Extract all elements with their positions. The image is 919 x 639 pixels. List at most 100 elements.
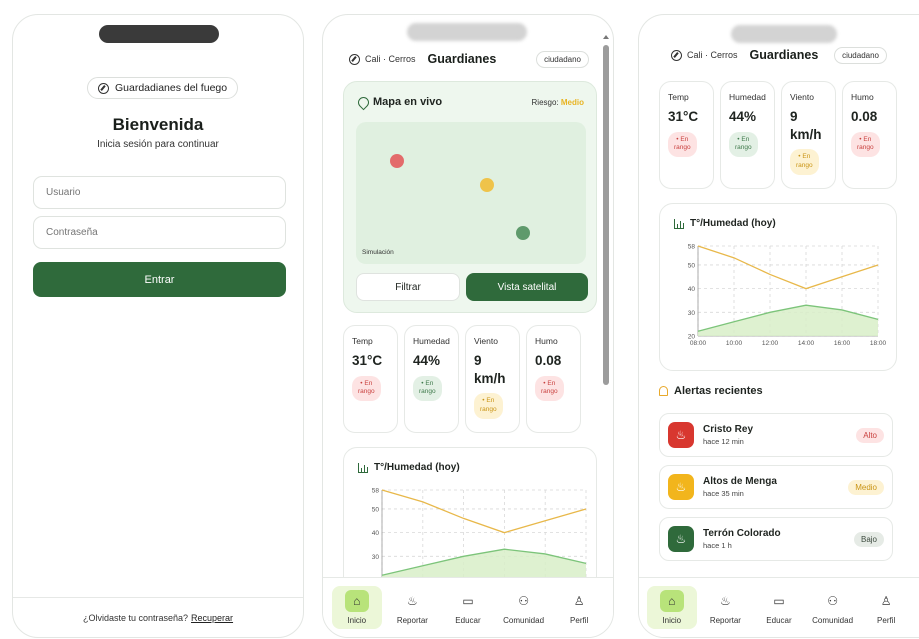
risk-label: Riesgo: (531, 97, 559, 107)
scroll-up-arrow[interactable] (603, 35, 609, 39)
nav-label: Perfil (570, 616, 589, 625)
compass-icon (98, 82, 109, 94)
user-icon: ♙ (880, 594, 892, 608)
alerts-header: Alertas recientes (659, 385, 763, 397)
stat-label: Humedad (413, 336, 450, 346)
line-chart: 203040505808:00 10:00 12:00 14:00 16:00 18:00 (688, 244, 887, 348)
flame-icon: ♨ (407, 594, 418, 608)
stat-label: Viento (474, 336, 498, 346)
nav-item-comunidad[interactable]: ⚇ Comunidad (808, 586, 858, 629)
role-badge: ciudadano (536, 50, 589, 68)
nav-item-comunidad[interactable]: ⚇ Comunidad (499, 586, 549, 629)
stat-card-temp: Temp 31°C • En rango (343, 325, 398, 433)
location-indicator[interactable]: Cali · Cerros (349, 53, 416, 65)
status-chip: • En rango (413, 375, 442, 402)
password-input[interactable] (33, 216, 286, 249)
recover-link[interactable]: Recuperar (191, 613, 233, 623)
hotspot-medium[interactable] (480, 178, 494, 192)
stat-card-smoke: Humo 0.08 • En rango (526, 325, 581, 433)
nav-item-perfil[interactable]: ♙ Perfil (554, 586, 604, 629)
nav-label: Reportar (396, 616, 428, 625)
flame-icon: ♨ (668, 526, 694, 552)
stat-value: 44% (413, 353, 441, 368)
role-badge: ciudadano (834, 46, 887, 64)
app-header: Cali · Cerros Guardianes ciudadano (349, 49, 589, 69)
scrollbar[interactable] (603, 35, 609, 591)
hotspot-high[interactable] (390, 154, 404, 168)
notch-redacted (99, 25, 219, 43)
status-bar-redacted (407, 23, 527, 41)
alert-level-badge: Medio (848, 479, 884, 495)
status-chip: • En rango (668, 131, 697, 158)
stat-card-wind: Viento 9 km/h • En rango (781, 81, 836, 189)
x-tick-label: 14:00 (798, 340, 815, 347)
stat-value: 0.08 (851, 109, 878, 124)
x-tick-label: 10:00 (726, 340, 743, 347)
app-header: Cali · Cerros Guardianes ciudadano (671, 45, 887, 65)
y-tick-label: 50 (372, 506, 380, 513)
nav-item-reportar[interactable]: ♨ Reportar (387, 586, 437, 629)
y-tick-label: 50 (688, 262, 696, 269)
login-footer: ¿Olvidaste tu contraseña? Recuperar (13, 597, 303, 637)
login-screen: Guardadianes del fuego Bienvenida Inicia… (12, 14, 304, 638)
simulation-label: Simulación (362, 249, 394, 256)
nav-item-reportar[interactable]: ♨ Reportar (700, 586, 750, 629)
page-title: Bienvenida (112, 115, 204, 134)
nav-label: Comunidad (503, 616, 545, 625)
stat-value: 0.08 (535, 353, 562, 368)
page-subtitle: Inicia sesión para continuar (97, 139, 219, 150)
y-tick-label: 40 (372, 530, 380, 537)
home-screen-scrolled: Cali · Cerros Guardianes ciudadano Temp … (638, 14, 919, 638)
alert-name: Altos de Menga (703, 476, 777, 487)
location-label: Cali · Cerros (687, 50, 738, 60)
series-area-1 (698, 305, 878, 336)
username-input[interactable] (33, 176, 286, 209)
stat-card-temp: Temp 31°C • En rango (659, 81, 714, 189)
map-view[interactable]: Simulación (356, 122, 586, 264)
map-title: Mapa en vivo (373, 96, 443, 108)
stat-value: 9 km/h (474, 353, 506, 386)
stat-value: 44% (729, 109, 757, 124)
alert-name: Cristo Rey (703, 424, 754, 435)
nav-item-perfil[interactable]: ♙ Perfil (861, 586, 911, 629)
people-icon: ⚇ (827, 594, 838, 608)
brand-label: Guardadianes del fuego (115, 82, 228, 94)
stat-card-humidity: Humedad 44% • En rango (404, 325, 459, 433)
status-chip: • En rango (535, 375, 564, 402)
filter-button[interactable]: Filtrar (356, 273, 460, 301)
people-icon: ⚇ (518, 594, 529, 608)
status-chip: • En rango (729, 131, 758, 158)
alert-item[interactable]: ♨ Altos de Menga hace 35 min Medio (659, 465, 893, 509)
login-button[interactable]: Entrar (33, 262, 286, 297)
status-chip: • En rango (352, 375, 381, 402)
x-tick-label: 16:00 (834, 340, 851, 347)
status-bar-redacted (731, 25, 837, 43)
nav-item-inicio[interactable]: ⌂ Inicio (646, 586, 697, 629)
nav-item-inicio[interactable]: ⌂ Inicio (331, 586, 382, 629)
location-indicator[interactable]: Cali · Cerros (671, 49, 738, 61)
status-chip: • En rango (474, 393, 503, 419)
user-icon: ♙ (573, 594, 585, 608)
stat-value: 9 km/h (790, 109, 822, 142)
hotspot-low[interactable] (516, 226, 530, 240)
alerts-title: Alertas recientes (674, 385, 763, 397)
status-chip: • En rango (851, 131, 880, 158)
alert-level-badge: Alto (856, 427, 884, 443)
nav-item-educar[interactable]: ▭ Educar (754, 586, 804, 629)
bottom-nav: ⌂ Inicio ♨ Reportar ▭ Educar ⚇ Comunidad ♙ Perfil (323, 577, 613, 637)
y-tick-label: 30 (688, 310, 696, 317)
nav-item-educar[interactable]: ▭ Educar (443, 586, 493, 629)
alert-item[interactable]: ♨ Cristo Rey hace 12 min Alto (659, 413, 893, 457)
home-screen: Cali · Cerros Guardianes ciudadano Mapa … (322, 14, 614, 638)
alert-item[interactable]: ♨ Terrón Colorado hace 1 h Bajo (659, 517, 893, 561)
location-label: Cali · Cerros (365, 54, 416, 64)
stat-label: Humo (851, 92, 874, 102)
scrollbar-thumb[interactable] (603, 45, 609, 385)
app-title: Guardianes (427, 52, 497, 66)
stat-label: Temp (352, 336, 373, 346)
compass-icon (349, 53, 360, 65)
stat-value: 31°C (352, 353, 383, 368)
y-tick-label: 40 (688, 286, 696, 293)
satellite-view-button[interactable]: Vista satelital (466, 273, 588, 301)
book-icon: ▭ (462, 594, 474, 608)
